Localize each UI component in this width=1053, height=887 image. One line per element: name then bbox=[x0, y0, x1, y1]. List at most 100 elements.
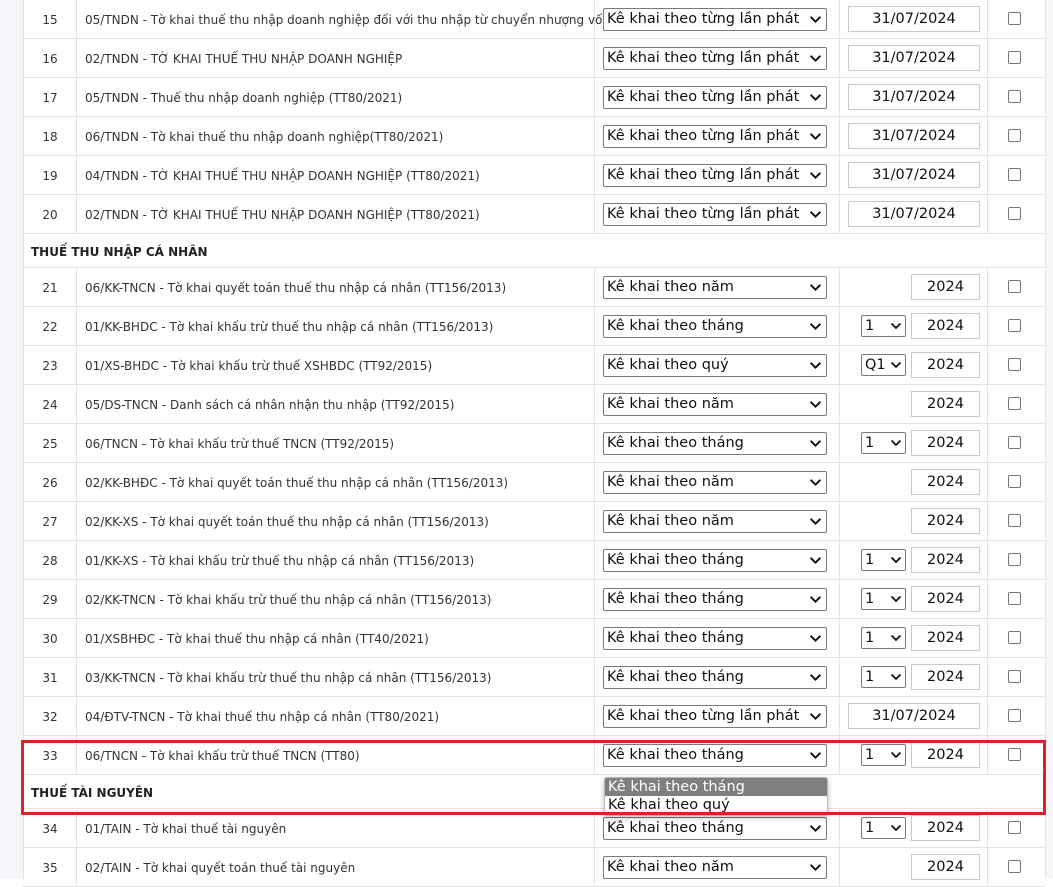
select-checkbox[interactable] bbox=[1008, 168, 1021, 181]
date-input[interactable]: 31/07/2024 bbox=[848, 703, 980, 729]
select-checkbox[interactable] bbox=[1008, 670, 1021, 683]
select-checkbox[interactable] bbox=[1008, 12, 1021, 25]
period-type-select[interactable]: Kê khai theo năm bbox=[603, 393, 827, 416]
form-name-cell: 01/TAIN - Tờ khai thuế tài nguyên bbox=[77, 809, 595, 847]
year-input[interactable]: 2024 bbox=[911, 664, 980, 690]
period-type-select[interactable]: Kê khai theo năm bbox=[603, 276, 827, 299]
period-type-select[interactable]: Kê khai theo từng lần phát sinh bbox=[603, 164, 827, 187]
select-checkbox[interactable] bbox=[1008, 436, 1021, 449]
period-type-select[interactable]: Kê khai theo từng lần phát sinh bbox=[603, 125, 827, 148]
select-checkbox[interactable] bbox=[1008, 358, 1021, 371]
period-cell: 2024 bbox=[840, 463, 988, 501]
year-input[interactable]: 2024 bbox=[911, 742, 980, 768]
select-checkbox[interactable] bbox=[1008, 397, 1021, 410]
period-select[interactable]: 1 bbox=[861, 315, 906, 337]
select-checkbox[interactable] bbox=[1008, 821, 1021, 834]
period-value: 1 bbox=[865, 747, 875, 763]
date-input[interactable]: 31/07/2024 bbox=[848, 162, 980, 188]
form-name: 04/TNDN - TỜ KHAI THUẾ THU NHẬP DOANH NG… bbox=[85, 169, 480, 183]
period-select[interactable]: Q1 bbox=[861, 354, 906, 376]
select-checkbox[interactable] bbox=[1008, 631, 1021, 644]
select-checkbox[interactable] bbox=[1008, 748, 1021, 761]
row-number-cell: 27 bbox=[23, 502, 77, 540]
row-number-cell: 35 bbox=[23, 848, 77, 886]
period-type-select[interactable]: Kê khai theo năm bbox=[603, 510, 827, 533]
year-input[interactable]: 2024 bbox=[911, 625, 980, 651]
chevron-down-icon bbox=[809, 16, 822, 24]
chevron-down-icon bbox=[890, 634, 902, 642]
period-type-select[interactable]: Kê khai theo tháng bbox=[603, 315, 827, 338]
chevron-down-icon bbox=[809, 674, 822, 682]
select-checkbox[interactable] bbox=[1008, 319, 1021, 332]
year-input[interactable]: 2024 bbox=[911, 815, 980, 841]
year-input[interactable]: 2024 bbox=[911, 352, 980, 378]
year-input[interactable]: 2024 bbox=[911, 508, 980, 534]
select-checkbox[interactable] bbox=[1008, 592, 1021, 605]
period-select[interactable]: 1 bbox=[861, 666, 906, 688]
row-number: 17 bbox=[42, 91, 58, 105]
period-type-value: Kê khai theo tháng bbox=[607, 669, 744, 685]
year-input[interactable]: 2024 bbox=[911, 391, 980, 417]
period-type-cell: Kê khai theo năm bbox=[595, 268, 840, 306]
checkbox-cell bbox=[988, 580, 1045, 618]
select-checkbox[interactable] bbox=[1008, 860, 1021, 873]
select-checkbox[interactable] bbox=[1008, 90, 1021, 103]
period-select[interactable]: 1 bbox=[861, 588, 906, 610]
select-checkbox[interactable] bbox=[1008, 709, 1021, 722]
period-type-select[interactable]: Kê khai theo từng lần phát sinh bbox=[603, 8, 827, 31]
period-type-select[interactable]: Kê khai theo tháng bbox=[603, 627, 827, 650]
date-input[interactable]: 31/07/2024 bbox=[848, 84, 980, 110]
period-type-select[interactable]: Kê khai theo từng lần phát sinh bbox=[603, 47, 827, 70]
period-type-select[interactable]: Kê khai theo tháng bbox=[603, 588, 827, 611]
period-type-select[interactable]: Kê khai theo tháng bbox=[603, 817, 827, 840]
table-row: 18 06/TNDN - Tờ khai thuế thu nhập doanh … bbox=[23, 117, 1045, 156]
row-number: 22 bbox=[42, 320, 58, 334]
checkbox-cell bbox=[988, 848, 1045, 886]
select-checkbox[interactable] bbox=[1008, 514, 1021, 527]
period-type-select[interactable]: Kê khai theo năm bbox=[603, 856, 827, 879]
select-checkbox[interactable] bbox=[1008, 475, 1021, 488]
period-value: 1 bbox=[865, 552, 875, 568]
period-type-dropdown-list[interactable]: Kê khai theo tháng Kê khai theo quý bbox=[604, 777, 828, 816]
period-type-select[interactable]: Kê khai theo tháng bbox=[603, 432, 827, 455]
dropdown-option-monthly[interactable]: Kê khai theo tháng bbox=[605, 778, 827, 796]
form-name: 02/TNDN - TỜ KHAI THUẾ THU NHẬP DOANH NG… bbox=[85, 52, 403, 66]
period-select[interactable]: 1 bbox=[861, 744, 906, 766]
date-input[interactable]: 31/07/2024 bbox=[848, 123, 980, 149]
select-checkbox[interactable] bbox=[1008, 207, 1021, 220]
period-select[interactable]: 1 bbox=[861, 817, 906, 839]
select-checkbox[interactable] bbox=[1008, 51, 1021, 64]
period-select[interactable]: 1 bbox=[861, 549, 906, 571]
period-type-select[interactable]: Kê khai theo từng lần phát sinh bbox=[603, 203, 827, 226]
period-type-select[interactable]: Kê khai theo tháng bbox=[603, 744, 827, 767]
period-select[interactable]: 1 bbox=[861, 432, 906, 454]
year-input[interactable]: 2024 bbox=[911, 469, 980, 495]
date-input[interactable]: 31/07/2024 bbox=[848, 45, 980, 71]
chevron-down-icon bbox=[809, 362, 822, 370]
select-checkbox[interactable] bbox=[1008, 129, 1021, 142]
year-input[interactable]: 2024 bbox=[911, 854, 980, 880]
period-type-select[interactable]: Kê khai theo tháng bbox=[603, 666, 827, 689]
table-row: 25 06/TNCN - Tờ khai khấu trừ thuế TNCN (… bbox=[23, 424, 1045, 463]
period-select[interactable]: 1 bbox=[861, 627, 906, 649]
checkbox-cell bbox=[988, 268, 1045, 306]
year-input[interactable]: 2024 bbox=[911, 430, 980, 456]
select-checkbox[interactable] bbox=[1008, 280, 1021, 293]
date-input[interactable]: 31/07/2024 bbox=[848, 201, 980, 227]
period-type-select[interactable]: Kê khai theo từng lần phát sinh bbox=[603, 705, 827, 728]
period-type-select[interactable]: Kê khai theo quý bbox=[603, 354, 827, 377]
year-input[interactable]: 2024 bbox=[911, 274, 980, 300]
table-row: 33 06/TNCN - Tờ khai khấu trừ thuế TNCN (… bbox=[23, 736, 1045, 775]
period-type-select[interactable]: Kê khai theo tháng bbox=[603, 549, 827, 572]
dropdown-option-quarterly[interactable]: Kê khai theo quý bbox=[605, 796, 827, 814]
year-input[interactable]: 2024 bbox=[911, 586, 980, 612]
period-type-value: Kê khai theo năm bbox=[607, 859, 734, 875]
year-input[interactable]: 2024 bbox=[911, 547, 980, 573]
form-name: 02/TNDN - TỜ KHAI THUẾ THU NHẬP DOANH NG… bbox=[85, 208, 480, 222]
date-input[interactable]: 31/07/2024 bbox=[848, 6, 980, 32]
row-number: 23 bbox=[42, 359, 58, 373]
year-input[interactable]: 2024 bbox=[911, 313, 980, 339]
period-type-select[interactable]: Kê khai theo năm bbox=[603, 471, 827, 494]
select-checkbox[interactable] bbox=[1008, 553, 1021, 566]
period-type-select[interactable]: Kê khai theo từng lần phát sinh bbox=[603, 86, 827, 109]
